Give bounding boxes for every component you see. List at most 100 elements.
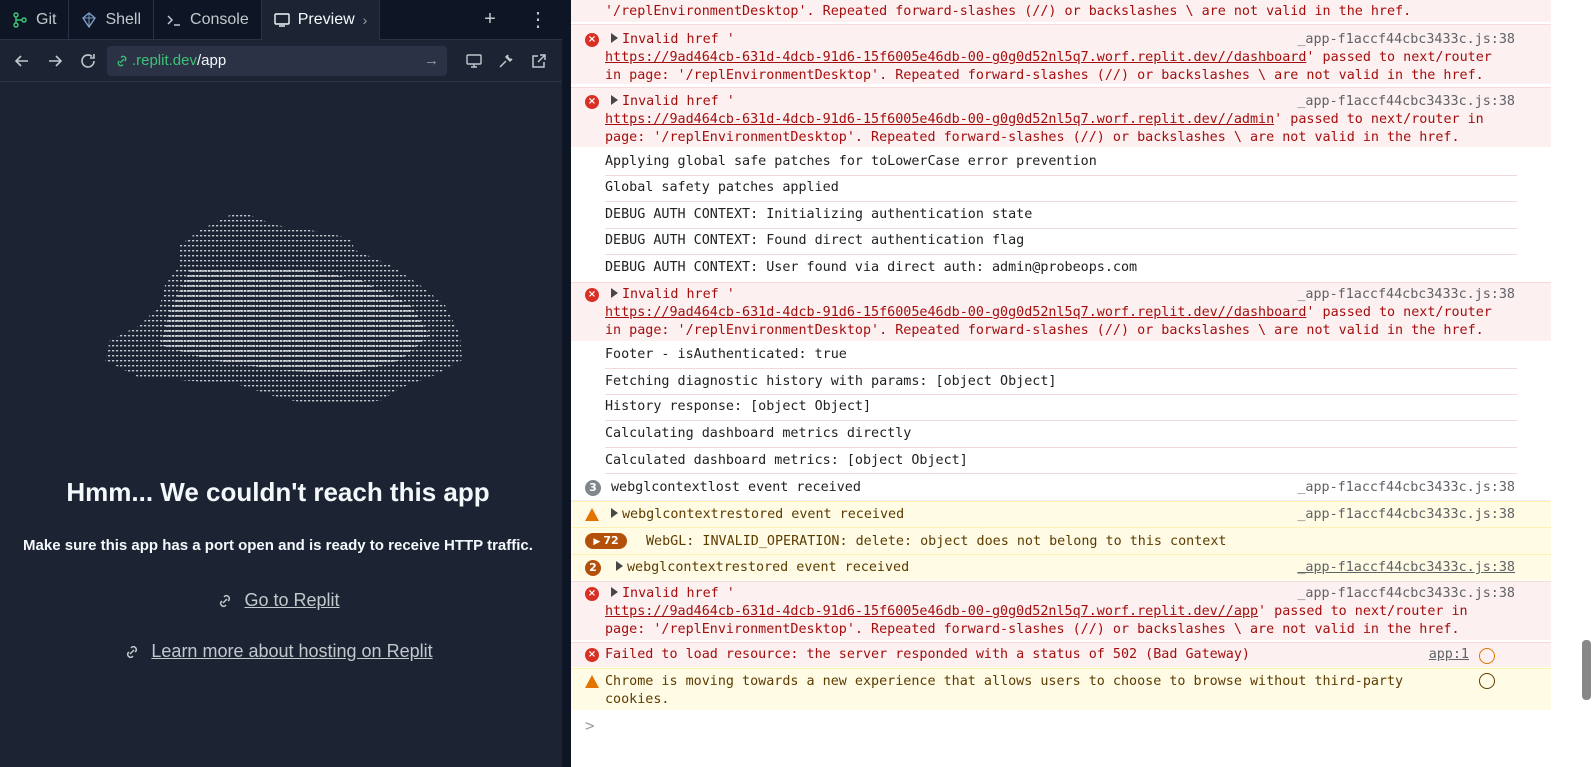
link-label: Learn more about hosting on Replit (151, 641, 433, 661)
console-source-link[interactable]: _app-f1accf44cbc3433c.js:38 (1297, 286, 1515, 304)
error-icon: × (585, 95, 599, 109)
console-message: cookies. (605, 692, 670, 707)
console-error: '/replEnvironmentDesktop'. Repeated forw… (571, 0, 1551, 22)
cookie-icon[interactable] (1479, 673, 1495, 689)
console-error[interactable]: × Invalid href ' _app-f1accf44cbc3433c.j… (571, 87, 1551, 147)
preview-pane: Git Shell Console Preview › + ⋮ .replit.… (0, 0, 562, 767)
expand-caret-icon[interactable] (611, 508, 618, 518)
console-message: Footer - isAuthenticated: true (605, 347, 847, 362)
url-path: /app (197, 52, 227, 69)
warning-icon (585, 508, 599, 521)
repeat-count-badge: 3 (585, 480, 601, 496)
go-to-replit-link[interactable]: Go to Replit (0, 590, 556, 611)
error-subtitle: Make sure this app has a port open and i… (23, 537, 533, 554)
devices-button[interactable] (457, 44, 490, 78)
preview-icon (274, 12, 290, 27)
tab-console[interactable]: Console (154, 0, 262, 40)
error-icon: × (585, 288, 599, 302)
expand-caret-icon[interactable] (616, 561, 623, 571)
console-message: Invalid href ' (622, 32, 735, 47)
expand-caret-icon[interactable] (611, 288, 618, 298)
expand-caret-icon[interactable] (611, 33, 618, 43)
link-icon (220, 594, 231, 607)
console-source-link[interactable]: app:1 (1429, 646, 1469, 664)
console-log: Global safety patches applied (605, 176, 1517, 202)
console-message: page: '/replEnvironmentDesktop'. Repeate… (605, 130, 1460, 145)
console-message: History response: [object Object] (605, 399, 872, 414)
error-icon: × (585, 33, 599, 47)
console-message: webglcontextrestored event received (622, 507, 905, 522)
console-message: DEBUG AUTH CONTEXT: Initializing authent… (605, 207, 1033, 222)
console-message: Invalid href ' (622, 287, 735, 302)
console-error[interactable]: × Failed to load resource: the server re… (571, 642, 1551, 667)
tab-git[interactable]: Git (0, 0, 70, 40)
repeat-count-badge: 2 (585, 560, 601, 576)
pane-resize-handle[interactable] (562, 0, 571, 767)
expand-caret-icon[interactable] (611, 95, 618, 105)
console-url-link[interactable]: https://9ad464cb-631d-4dcb-91d6-15f6005e… (605, 50, 1306, 65)
console-error[interactable]: × Invalid href ' _app-f1accf44cbc3433c.j… (571, 581, 1551, 640)
git-icon (13, 11, 27, 28)
console-message: page: '/replEnvironmentDesktop'. Repeate… (605, 622, 1460, 637)
console-log: Fetching diagnostic history with params:… (605, 369, 1517, 395)
tab-label: Shell (105, 10, 142, 28)
url-input[interactable]: .replit.dev/app → (106, 45, 448, 76)
forward-button[interactable] (39, 44, 72, 78)
console-url-link[interactable]: https://9ad464cb-631d-4dcb-91d6-15f6005e… (605, 112, 1274, 127)
open-new-tab-button[interactable] (523, 44, 556, 78)
go-arrow-icon[interactable]: → (424, 52, 439, 69)
console-message: DEBUG AUTH CONTEXT: Found direct authent… (605, 233, 1025, 248)
monitor-icon (465, 53, 482, 68)
console-log: Applying global safe patches for toLower… (605, 150, 1517, 176)
wrench-icon (499, 53, 514, 68)
console-source-link[interactable]: _app-f1accf44cbc3433c.js:38 (1297, 585, 1515, 603)
console-message: ' passed to next/router (1306, 305, 1492, 320)
add-tab-button[interactable]: + (466, 0, 514, 40)
console-error[interactable]: × Invalid href ' _app-f1accf44cbc3433c.j… (571, 24, 1551, 84)
console-warning[interactable]: 2 webglcontextrestored event received _a… (571, 554, 1551, 580)
tab-label: Git (36, 10, 57, 28)
console-message: WebGL: INVALID_OPERATION: delete: object… (646, 534, 1227, 549)
link-icon (117, 55, 127, 66)
network-request-icon[interactable] (1479, 648, 1495, 664)
console-warning[interactable]: webglcontextrestored event received _app… (571, 501, 1551, 527)
console-url-link[interactable]: https://9ad464cb-631d-4dcb-91d6-15f6005e… (605, 305, 1306, 320)
console-log: DEBUG AUTH CONTEXT: Found direct authent… (605, 229, 1517, 255)
console-source-link[interactable]: _app-f1accf44cbc3433c.js:38 (1297, 506, 1515, 524)
back-button[interactable] (6, 44, 39, 78)
close-icon[interactable]: › (363, 12, 368, 28)
console-warning[interactable]: Chrome is moving towards a new experienc… (571, 668, 1551, 710)
console-url-link[interactable]: https://9ad464cb-631d-4dcb-91d6-15f6005e… (605, 604, 1258, 619)
expand-caret-icon[interactable] (611, 587, 618, 597)
reload-button[interactable] (72, 44, 105, 78)
devtools-button[interactable] (490, 44, 523, 78)
arrow-right-icon (49, 54, 63, 67)
link-label: Go to Replit (244, 590, 340, 610)
scrollbar[interactable] (1582, 640, 1591, 700)
console-message: Calculating dashboard metrics directly (605, 426, 912, 441)
console-message: Global safety patches applied (605, 180, 839, 195)
console-log: 3 webglcontextlost event received _app-f… (571, 475, 1551, 501)
preview-content: Hmm... We couldn't reach this app Make s… (0, 82, 562, 767)
shell-icon (82, 11, 97, 28)
console-message: ' passed to next/router (1306, 50, 1492, 65)
url-host: .replit.dev (131, 52, 197, 69)
console-source-link[interactable]: _app-f1accf44cbc3433c.js:38 (1297, 93, 1515, 111)
more-options-icon[interactable]: ⋮ (514, 0, 562, 40)
console-log: DEBUG AUTH CONTEXT: User found via direc… (605, 255, 1517, 282)
console-source-link[interactable]: _app-f1accf44cbc3433c.js:38 (1297, 479, 1515, 497)
console-warning[interactable]: ▶ 72 WebGL: INVALID_OPERATION: delete: o… (571, 527, 1551, 554)
console-message: Applying global safe patches for toLower… (605, 154, 1097, 169)
console-message: ' passed to next/router in (1274, 112, 1484, 127)
hosting-docs-link[interactable]: Learn more about hosting on Replit (0, 641, 556, 662)
console-source-link[interactable]: _app-f1accf44cbc3433c.js:38 (1297, 31, 1515, 49)
console-error[interactable]: × Invalid href ' _app-f1accf44cbc3433c.j… (571, 282, 1551, 341)
tab-shell[interactable]: Shell (69, 0, 155, 40)
console-message: webglcontextlost event received (611, 480, 861, 495)
warning-icon (585, 675, 599, 688)
arrow-left-icon (15, 54, 29, 67)
console-source-link[interactable]: _app-f1accf44cbc3433c.js:38 (1297, 559, 1515, 577)
console-prompt[interactable]: > (585, 716, 595, 735)
error-title: Hmm... We couldn't reach this app (66, 477, 490, 507)
tab-preview[interactable]: Preview › (261, 0, 381, 40)
